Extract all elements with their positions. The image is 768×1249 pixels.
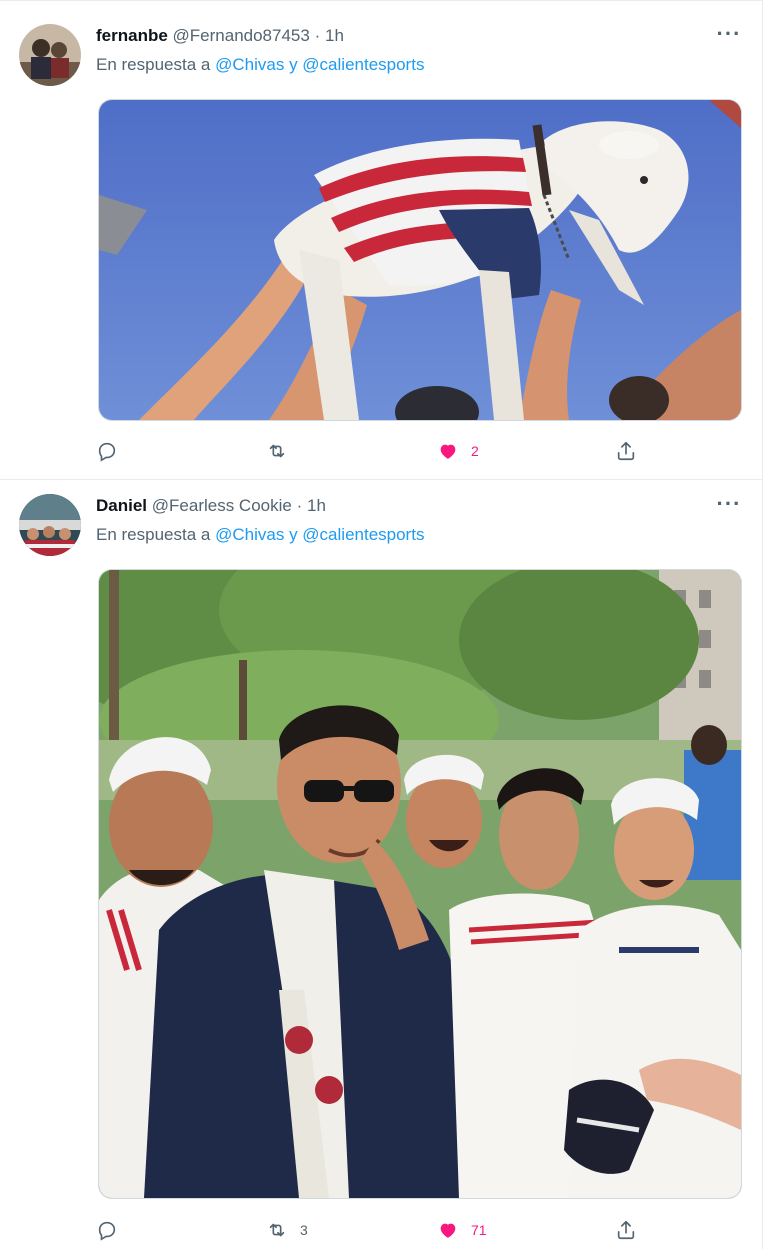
tweet-header: fernanbe @Fernando87453 · 1h [96,25,344,47]
avatar[interactable] [19,24,81,86]
mention-link[interactable]: @calientesports [302,525,424,544]
tweet[interactable]: fernanbe @Fernando87453 · 1h ··· En resp… [0,0,762,480]
tweet-header: Daniel @Fearless Cookie · 1h [96,495,326,517]
tweet-actions: 2 [96,437,644,465]
display-name[interactable]: Daniel [96,496,147,515]
group-of-fans-photo [99,570,741,1198]
reply-join: y [289,525,298,544]
display-name[interactable]: fernanbe [96,26,168,45]
tweet-actions: 3 71 [96,1216,644,1244]
tweet-media-photo[interactable] [98,99,742,421]
more-icon[interactable]: ··· [716,493,742,517]
like-count: 71 [471,1222,487,1238]
share-button[interactable] [615,437,637,465]
like-button[interactable]: 71 [437,1216,487,1244]
reply-icon [98,1221,116,1241]
more-icon[interactable]: ··· [716,23,742,47]
reply-feed: fernanbe @Fernando87453 · 1h ··· En resp… [0,0,763,1249]
retweet-button[interactable] [266,437,300,465]
mention-link[interactable]: @calientesports [302,55,424,74]
goat-in-striped-jersey-photo [99,100,741,420]
like-button[interactable]: 2 [437,437,479,465]
like-icon [440,1223,456,1238]
reply-prefix: En respuesta a [96,55,211,74]
share-icon [617,1220,635,1240]
reply-prefix: En respuesta a [96,525,211,544]
timestamp[interactable]: 1h [325,26,344,45]
reply-button[interactable] [96,437,130,465]
reply-icon [98,442,116,462]
avatar[interactable] [19,494,81,556]
tweet[interactable]: Daniel @Fearless Cookie · 1h ··· En resp… [0,479,762,1249]
tweet-media-photo[interactable] [98,569,742,1199]
reply-join: y [289,55,298,74]
user-handle[interactable]: @Fearless Cookie [152,496,292,515]
timestamp[interactable]: 1h [307,496,326,515]
separator: · [314,26,321,45]
share-icon [617,441,635,461]
retweet-icon [269,1223,285,1237]
user-handle[interactable]: @Fernando87453 [173,26,310,45]
reply-context: En respuesta a @Chivas y @calientesports [96,53,424,77]
reply-context: En respuesta a @Chivas y @calientesports [96,523,424,547]
like-count: 2 [471,443,479,459]
separator: · [296,496,303,515]
mention-link[interactable]: @Chivas [215,525,284,544]
like-icon [440,444,456,459]
retweet-button[interactable]: 3 [266,1216,308,1244]
retweet-count: 3 [300,1222,308,1238]
retweet-icon [269,444,285,458]
reply-button[interactable] [96,1216,130,1244]
share-button[interactable] [615,1216,637,1244]
mention-link[interactable]: @Chivas [215,55,284,74]
